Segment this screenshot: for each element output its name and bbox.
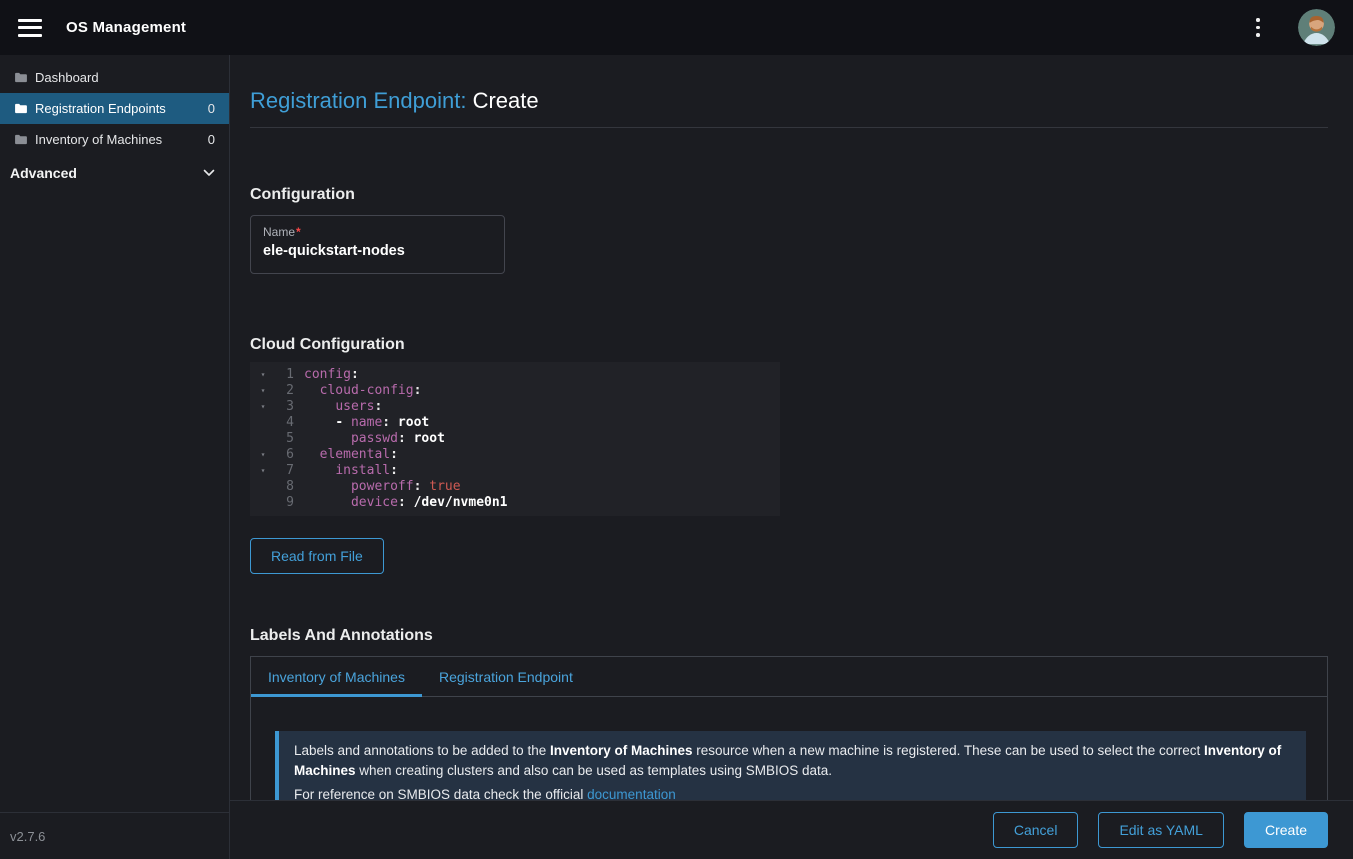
- code-line-text: config:: [304, 367, 359, 383]
- fold-arrow-icon[interactable]: ▾: [250, 367, 276, 383]
- code-line: ▾7 install:: [250, 463, 780, 479]
- sidebar-group-advanced[interactable]: Advanced: [0, 157, 229, 188]
- edit-as-yaml-button[interactable]: Edit as YAML: [1098, 812, 1224, 848]
- name-field-label: Name*: [263, 225, 492, 239]
- code-line: 5 passwd: root: [250, 431, 780, 447]
- line-number: 1: [276, 367, 294, 383]
- top-header: OS Management: [0, 0, 1353, 55]
- required-marker: *: [296, 225, 301, 239]
- page-title-resource: Registration Endpoint:: [250, 88, 466, 113]
- cloud-configuration-heading: Cloud Configuration: [250, 336, 1328, 354]
- fold-spacer: [250, 479, 276, 495]
- line-number: 3: [276, 399, 294, 415]
- footer-action-bar: Cancel Edit as YAML Create: [230, 800, 1353, 859]
- code-line: ▾6 elemental:: [250, 447, 780, 463]
- folder-icon: [14, 134, 28, 145]
- sidebar-item-count: 0: [208, 101, 215, 116]
- fold-spacer: [250, 431, 276, 447]
- banner-text-1: Labels and annotations to be added to th…: [294, 741, 1291, 781]
- read-from-file-button[interactable]: Read from File: [250, 538, 384, 574]
- line-number: 8: [276, 479, 294, 495]
- hamburger-menu-icon[interactable]: [18, 19, 42, 37]
- folder-icon: [14, 103, 28, 114]
- name-field[interactable]: Name*: [250, 215, 505, 274]
- line-number: 7: [276, 463, 294, 479]
- sidebar-item-label: Inventory of Machines: [35, 132, 208, 147]
- code-line-text: cloud-config:: [304, 383, 421, 399]
- configuration-heading: Configuration: [250, 186, 1328, 204]
- user-avatar[interactable]: [1298, 9, 1335, 46]
- line-number: 6: [276, 447, 294, 463]
- code-line-text: device: /dev/nvme0n1: [304, 495, 508, 511]
- code-line: 4 - name: root: [250, 415, 780, 431]
- sidebar-group-label: Advanced: [10, 165, 203, 181]
- code-line-text: install:: [304, 463, 398, 479]
- sidebar-item-label: Registration Endpoints: [35, 101, 208, 116]
- version-label: v2.7.6: [0, 812, 229, 859]
- fold-arrow-icon[interactable]: ▾: [250, 447, 276, 463]
- code-line-text: poweroff: true: [304, 479, 461, 495]
- code-line: ▾3 users:: [250, 399, 780, 415]
- code-line: ▾1 config:: [250, 367, 780, 383]
- sidebar: Dashboard Registration Endpoints 0 Inven…: [0, 55, 230, 859]
- body-row: Dashboard Registration Endpoints 0 Inven…: [0, 55, 1353, 859]
- code-editor-lines: ▾1config:▾2 cloud-config:▾3 users:4 - na…: [250, 367, 780, 511]
- tab-inventory-of-machines[interactable]: Inventory of Machines: [251, 657, 422, 696]
- fold-arrow-icon[interactable]: ▾: [250, 399, 276, 415]
- line-number: 9: [276, 495, 294, 511]
- tab-row: Inventory of Machines Registration Endpo…: [251, 657, 1327, 697]
- chevron-down-icon: [203, 169, 215, 177]
- line-number: 4: [276, 415, 294, 431]
- code-line-text: - name: root: [304, 415, 429, 431]
- fold-arrow-icon[interactable]: ▾: [250, 463, 276, 479]
- line-number: 2: [276, 383, 294, 399]
- code-line-text: passwd: root: [304, 431, 445, 447]
- tab-registration-endpoint[interactable]: Registration Endpoint: [422, 657, 590, 696]
- folder-icon: [14, 72, 28, 83]
- code-line: 9 device: /dev/nvme0n1: [250, 495, 780, 511]
- fold-spacer: [250, 495, 276, 511]
- cancel-button[interactable]: Cancel: [993, 812, 1079, 848]
- code-line-text: elemental:: [304, 447, 398, 463]
- create-button[interactable]: Create: [1244, 812, 1328, 848]
- sidebar-item-registration-endpoints[interactable]: Registration Endpoints 0: [0, 93, 229, 124]
- page-title: Registration Endpoint: Create: [250, 88, 1328, 114]
- fold-arrow-icon[interactable]: ▾: [250, 383, 276, 399]
- app-root: OS Management Dashboard: [0, 0, 1353, 859]
- app-title: OS Management: [66, 19, 186, 36]
- labels-annotations-heading: Labels And Annotations: [250, 627, 1328, 645]
- sidebar-item-count: 0: [208, 132, 215, 147]
- page-title-action: Create: [473, 88, 539, 113]
- labels-tab-container: Inventory of Machines Registration Endpo…: [250, 656, 1328, 816]
- title-divider: [250, 127, 1328, 128]
- sidebar-item-inventory-of-machines[interactable]: Inventory of Machines 0: [0, 124, 229, 155]
- avatar-image: [1298, 9, 1335, 46]
- code-line-text: users:: [304, 399, 382, 415]
- sidebar-item-dashboard[interactable]: Dashboard: [0, 62, 229, 93]
- main-content: Registration Endpoint: Create Configurat…: [230, 55, 1353, 859]
- kebab-menu-icon[interactable]: [1244, 14, 1272, 42]
- code-line: 8 poweroff: true: [250, 479, 780, 495]
- name-input[interactable]: [263, 243, 492, 259]
- sidebar-item-label: Dashboard: [35, 70, 215, 85]
- tab-panel: Labels and annotations to be added to th…: [251, 697, 1327, 817]
- cloud-config-code-editor[interactable]: ▾1config:▾2 cloud-config:▾3 users:4 - na…: [250, 362, 780, 516]
- code-line: ▾2 cloud-config:: [250, 383, 780, 399]
- fold-spacer: [250, 415, 276, 431]
- line-number: 5: [276, 431, 294, 447]
